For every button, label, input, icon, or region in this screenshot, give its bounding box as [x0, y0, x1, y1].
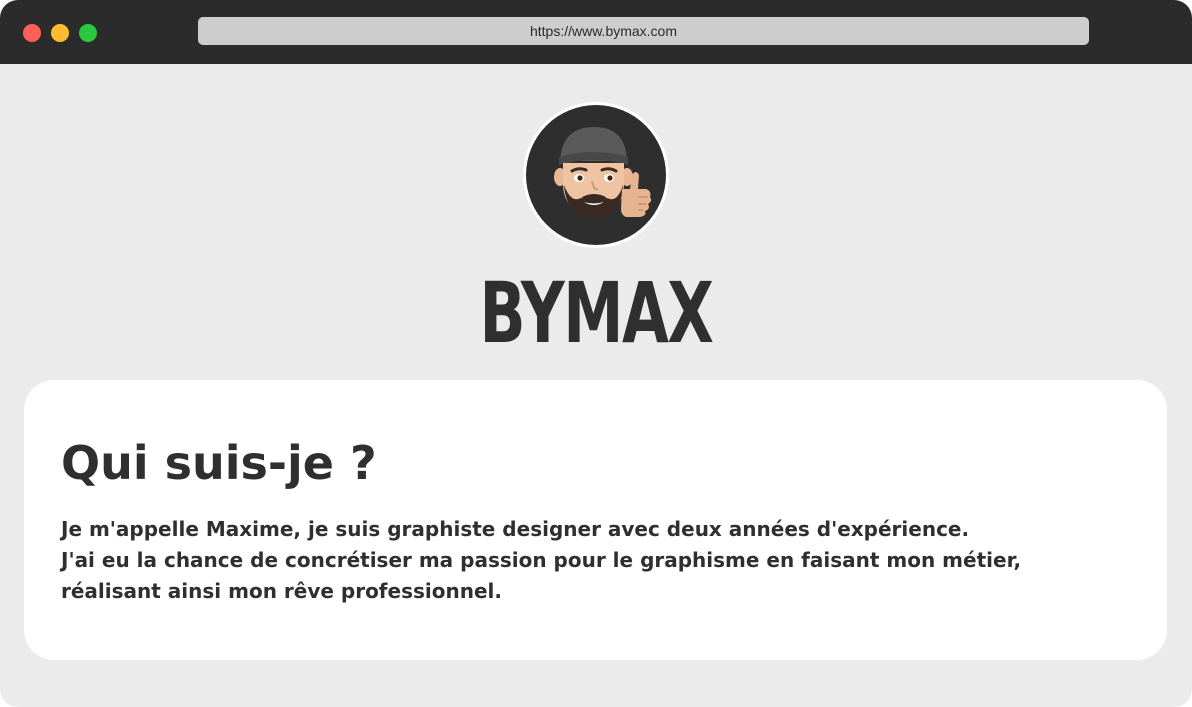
about-text-line: réalisant ainsi mon rêve professionnel. [61, 579, 502, 603]
browser-window: https://www.bymax.com BYMAX Qui suis-je … [0, 0, 1192, 707]
about-text-line: J'ai eu la chance de concrétiser ma pass… [61, 548, 1022, 572]
minimize-window-button[interactable] [51, 24, 69, 42]
address-bar[interactable]: https://www.bymax.com [198, 17, 1089, 45]
avatar [523, 102, 669, 248]
about-text: Je m'appelle Maxime, je suis graphiste d… [61, 514, 1141, 607]
about-text-line: Je m'appelle Maxime, je suis graphiste d… [61, 517, 970, 541]
memoji-avatar-icon [526, 105, 666, 245]
browser-titlebar: https://www.bymax.com [0, 0, 1192, 64]
about-card: Qui suis-je ? Je m'appelle Maxime, je su… [24, 380, 1167, 660]
about-title: Qui suis-je ? [61, 436, 377, 490]
maximize-window-button[interactable] [79, 24, 97, 42]
close-window-button[interactable] [23, 24, 41, 42]
brand-logo-text: BYMAX [479, 264, 713, 362]
